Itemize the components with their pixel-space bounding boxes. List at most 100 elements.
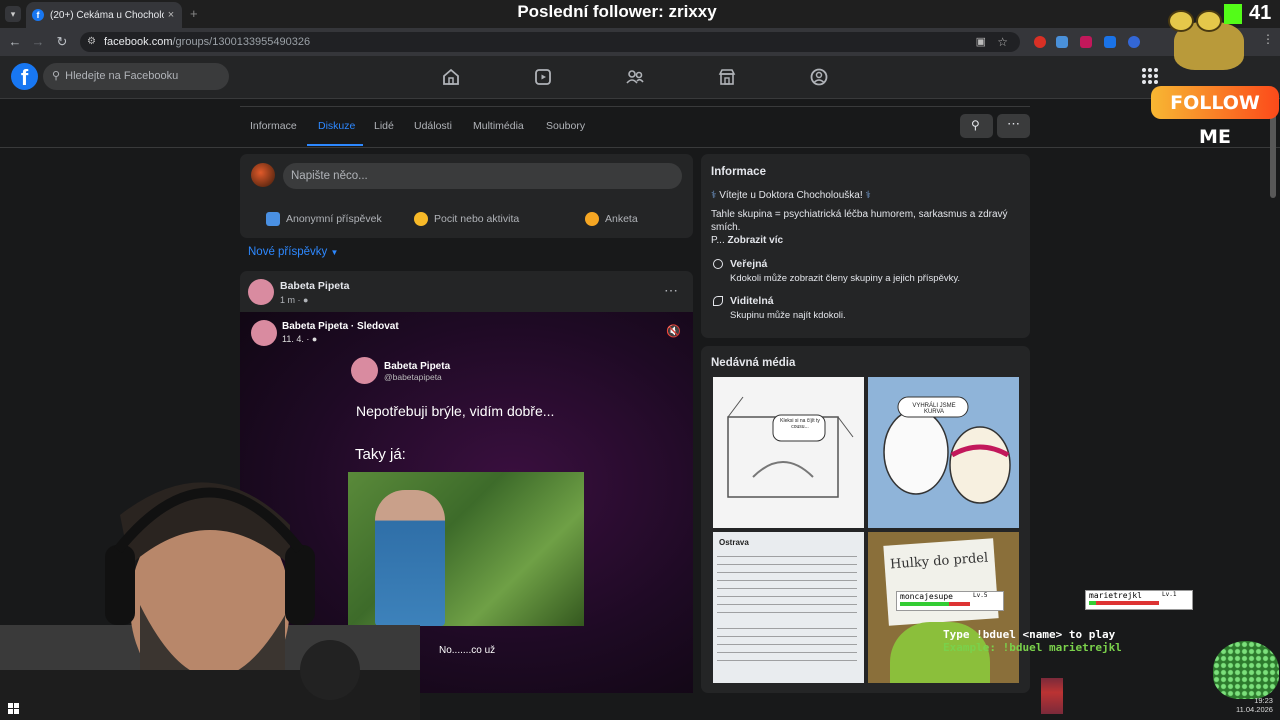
taskbar-clock[interactable]: 19:23 11.04.2026: [1236, 696, 1273, 714]
marketplace-icon[interactable]: [716, 66, 738, 88]
globe-icon: ●: [311, 334, 318, 344]
search-icon: ⚲: [971, 118, 980, 132]
composer-placeholder: Napište něco...: [291, 170, 368, 182]
duel-example: Example: !bduel marietrejkl: [943, 641, 1122, 654]
home-icon[interactable]: [440, 66, 462, 88]
clock-time: 19:23: [1254, 696, 1273, 705]
menu-icon[interactable]: ⋮: [1262, 32, 1274, 46]
media-thumbnail[interactable]: Kleksi si na číjít ty cousu...: [713, 377, 864, 528]
duel-player-card: marietrejkl Lv.1: [1085, 590, 1193, 610]
groups-icon[interactable]: [624, 66, 646, 88]
tab-multimedia[interactable]: Multimédia: [473, 120, 524, 132]
extension-icon[interactable]: [1056, 36, 1068, 48]
forward-icon[interactable]: →: [29, 33, 47, 51]
visibility-title: Viditelná: [730, 295, 774, 307]
video-date-text: 11. 4. ·: [282, 334, 310, 344]
info-welcome-text: Vítejte u Doktora Chocholouška!: [719, 190, 863, 201]
group-more-button[interactable]: ⋯: [997, 114, 1030, 138]
avatar[interactable]: [248, 279, 274, 305]
extension-icon[interactable]: [1034, 36, 1046, 48]
search-icon: ⚲: [52, 70, 61, 82]
tab-diskuze[interactable]: Diskuze: [318, 120, 355, 132]
media-caption: Kleksi si na číjít ty cousu...: [780, 418, 820, 430]
avatar[interactable]: [251, 320, 277, 346]
pixel-character-image: [1041, 678, 1063, 714]
info-short-text: P...: [711, 235, 725, 246]
extension-icon[interactable]: [1128, 36, 1140, 48]
group-search-button[interactable]: ⚲: [960, 114, 993, 138]
info-description: Tahle skupina = psychiatrická léčba humo…: [711, 209, 1008, 233]
video-caption: No.......co už: [439, 645, 496, 656]
privacy-desc: Kdokoli může zobrazit členy skupiny a je…: [730, 273, 961, 284]
divider: [0, 147, 1280, 148]
windows-start-icon[interactable]: [8, 703, 19, 714]
post-time: 1 m · ●: [280, 295, 308, 305]
avatar[interactable]: [251, 163, 275, 187]
duel-instructions: Type !bduel <name> to play: [943, 628, 1116, 641]
show-more-link[interactable]: Zobrazit víc: [728, 235, 784, 246]
tab-informace[interactable]: Informace: [250, 120, 297, 132]
quote-name: Babeta Pipeta: [384, 361, 451, 372]
search-placeholder: Hledejte na Facebooku: [65, 70, 179, 82]
stethoscope-icon: ⚕: [865, 190, 871, 201]
video-author[interactable]: Babeta Pipeta · Sledovat: [282, 321, 399, 332]
poll-icon: [585, 212, 599, 226]
info-welcome: ⚕ Vítejte u Doktora Chocholouška! ⚕: [711, 190, 871, 201]
privacy-title: Veřejná: [730, 258, 768, 270]
visibility-desc: Skupinu může najít kdokoli.: [730, 310, 846, 321]
quote-text: Nepotřebuji brýle, vidím dobře...: [356, 403, 555, 419]
poll-button[interactable]: Anketa: [585, 212, 638, 226]
facebook-search-input[interactable]: ⚲ Hledejte na Facebooku: [43, 63, 229, 90]
url-host: facebook.com: [104, 36, 173, 48]
duel-player-level: Lv.1: [1162, 591, 1177, 598]
webcam-streamer-image: [0, 482, 420, 720]
menu-grid-icon[interactable]: [1138, 64, 1162, 88]
sort-dropdown[interactable]: Nové příspěvky ▼: [248, 246, 338, 258]
follower-count: 41: [1249, 2, 1272, 24]
duel-hp-bar: [900, 602, 970, 606]
eggs-drawing: [883, 396, 1011, 504]
chevron-down-icon: ▼: [330, 248, 339, 257]
group-nav: [240, 106, 1030, 147]
post-more-icon[interactable]: ⋯: [664, 282, 679, 299]
reload-icon[interactable]: ↻: [53, 33, 71, 51]
text-lines: [717, 556, 857, 616]
anonymous-post-button[interactable]: Anonymní příspěvek: [266, 212, 382, 226]
video-date: 11. 4. · ●: [282, 334, 317, 344]
overlay-last-follower: Poslední follower: zrixxy: [517, 2, 717, 21]
globe-icon: [713, 259, 723, 269]
url-field[interactable]: ⚙ facebook.com/groups/1300133955490326 ▣…: [80, 32, 1020, 52]
site-info-icon[interactable]: ⚙: [87, 32, 96, 52]
gaming-icon[interactable]: [808, 66, 830, 88]
globe-icon: ●: [303, 295, 309, 305]
tab-soubory[interactable]: Soubory: [546, 120, 585, 132]
post-time-text: 1 m ·: [280, 295, 301, 305]
bookmark-star-icon[interactable]: ☆: [997, 32, 1008, 52]
recent-media-title: Nedávná média: [711, 357, 796, 369]
tree-widget-image: [1213, 641, 1279, 699]
clock-date: 11.04.2026: [1236, 705, 1273, 714]
eye-icon: [713, 296, 723, 306]
install-app-icon[interactable]: ▣: [976, 32, 986, 52]
back-icon[interactable]: ←: [6, 33, 24, 51]
feeling-activity-button[interactable]: Pocit nebo aktivita: [414, 212, 519, 226]
extension-icon[interactable]: [1104, 36, 1116, 48]
more-icon: ⋯: [1007, 116, 1020, 131]
media-caption: Ostrava: [719, 538, 749, 547]
tab-lide[interactable]: Lidé: [374, 120, 394, 132]
composer-input[interactable]: Napište něco...: [283, 163, 682, 189]
duel-hp-fill: [1089, 601, 1096, 605]
tab-udalosti[interactable]: Události: [414, 120, 452, 132]
media-thumbnail[interactable]: VYHRÁLI JSME KURVA: [868, 377, 1019, 528]
media-thumbnail[interactable]: Ostrava: [713, 532, 864, 683]
duel-player-name: marietrejkl: [1089, 591, 1142, 600]
facebook-logo[interactable]: f: [11, 63, 38, 90]
duel-player-card: moncajesupe Lv.5: [896, 591, 1004, 611]
post-author[interactable]: Babeta Pipeta: [280, 280, 349, 292]
text-lines: [717, 628, 857, 668]
mute-icon[interactable]: 🔇: [666, 324, 681, 338]
video-icon[interactable]: [532, 66, 554, 88]
bed-drawing: [727, 396, 854, 498]
poll-label: Anketa: [605, 213, 638, 225]
extension-icon[interactable]: [1080, 36, 1092, 48]
